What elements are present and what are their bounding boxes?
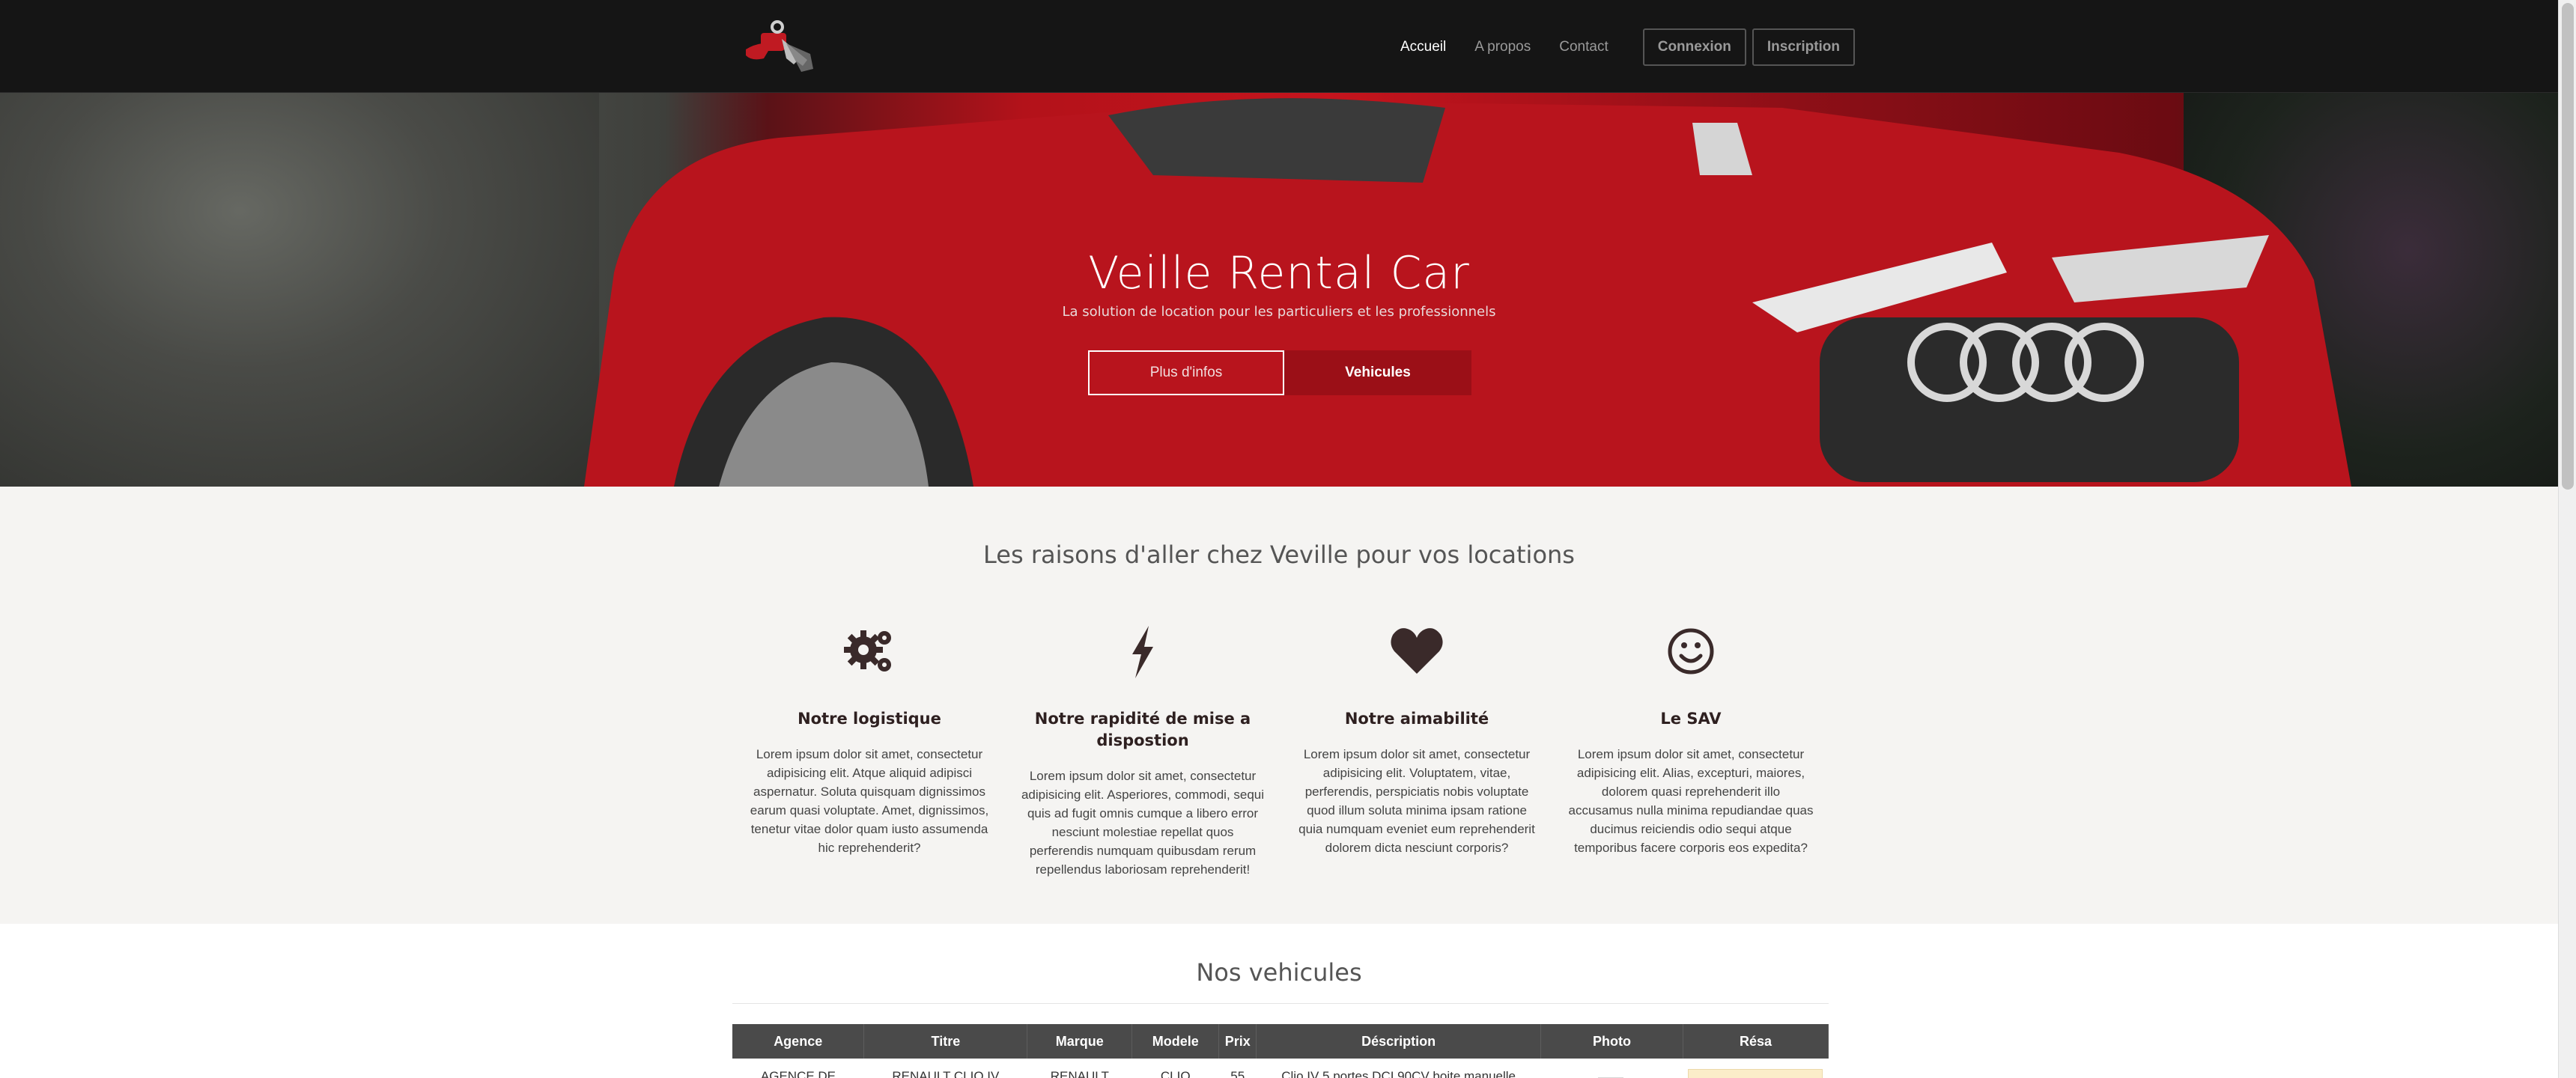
nav-links: Accueil A propos Contact Connexion Inscr… [1400, 28, 1856, 66]
feature-text: Lorem ipsum dolor sit amet, consectetur … [750, 747, 989, 855]
heart-icon [1391, 628, 1443, 674]
feature-title: Notre logistique [798, 710, 941, 728]
nav-accueil[interactable]: Accueil [1400, 29, 1446, 65]
scrollbar[interactable] [2558, 0, 2576, 1078]
feature-sav: Le SAV Lorem ipsum dolor sit amet, conse… [1564, 621, 1818, 857]
smile-icon [1668, 628, 1714, 674]
column-header: Résa [1683, 1024, 1829, 1059]
hero-subtitle: La solution de location pour les particu… [1062, 304, 1496, 320]
signup-button[interactable]: Inscription [1752, 28, 1856, 66]
column-header: Prix [1218, 1024, 1257, 1059]
vehicles-table: Agence Titre Marque Modele Prix Déscript… [732, 1024, 1829, 1078]
navbar: Accueil A propos Contact Connexion Inscr… [0, 0, 2558, 93]
bolt-icon [1132, 626, 1153, 678]
feature-text: Lorem ipsum dolor sit amet, consectetur … [1021, 769, 1265, 877]
feature-title: Notre rapidité de mise a dispostion [1034, 710, 1251, 749]
key-hand-logo-icon [746, 20, 813, 72]
login-button[interactable]: Connexion [1642, 28, 1746, 66]
photo-thumbnail [1598, 1077, 1624, 1078]
reasons-title: Les raisons d'aller chez Veville pour vo… [983, 540, 1575, 569]
vehicles-section: Nos vehicules Agence Titre Marque Modele… [0, 924, 2558, 1078]
nav-contact[interactable]: Contact [1559, 29, 1608, 65]
cell-agence: AGENCE DE [760, 1069, 836, 1078]
feature-rapidite: Notre rapidité de mise a dispostion Lore… [1015, 621, 1270, 879]
column-header: Modele [1131, 1024, 1220, 1059]
column-header: Déscription [1256, 1024, 1542, 1059]
divider [732, 1003, 1829, 1004]
gears-icon [844, 630, 891, 672]
column-header: Marque [1027, 1024, 1133, 1059]
feature-title: Le SAV [1660, 710, 1722, 728]
feature-text: Lorem ipsum dolor sit amet, consectetur … [1568, 747, 1814, 855]
feature-logistique: Notre logistique Lorem ipsum dolor sit a… [742, 621, 997, 857]
hero-title: Veille Rental Car [1088, 247, 1470, 299]
vehicles-button[interactable]: Vehicules [1284, 350, 1471, 395]
logo[interactable] [741, 16, 824, 76]
cell-titre: RENAULT CLIO IV [892, 1069, 1000, 1078]
feature-text: Lorem ipsum dolor sit amet, consectetur … [1298, 747, 1535, 855]
cell-description: Clio IV 5 portes DCI 90CV boite manuelle [1281, 1069, 1516, 1078]
nav-a-propos[interactable]: A propos [1474, 29, 1531, 65]
cell-prix: 55 [1230, 1069, 1245, 1078]
reasons-section: Les raisons d'aller chez Veville pour vo… [0, 487, 2558, 924]
hero-banner: Veille Rental Car La solution de locatio… [0, 93, 2558, 487]
cell-photo [1541, 1059, 1683, 1078]
more-info-button[interactable]: Plus d'infos [1088, 350, 1284, 395]
table-row: AGENCE DE RENAULT CLIO IV RENAULT CLIO 5… [732, 1059, 1829, 1078]
reserve-button[interactable] [1688, 1069, 1823, 1078]
feature-title: Notre aimabilité [1344, 710, 1489, 728]
scrollbar-thumb[interactable] [2562, 3, 2574, 490]
cell-marque: RENAULT [1050, 1069, 1109, 1078]
cell-resa [1683, 1059, 1828, 1078]
table-header-row: Agence Titre Marque Modele Prix Déscript… [732, 1024, 1829, 1059]
feature-amabilite: Notre aimabilité Lorem ipsum dolor sit a… [1289, 621, 1544, 857]
column-header: Agence [732, 1024, 865, 1059]
cell-modele: CLIO [1160, 1069, 1191, 1078]
vehicles-title: Nos vehicules [1196, 958, 1362, 987]
column-header: Titre [863, 1024, 1028, 1059]
column-header: Photo [1540, 1024, 1683, 1059]
